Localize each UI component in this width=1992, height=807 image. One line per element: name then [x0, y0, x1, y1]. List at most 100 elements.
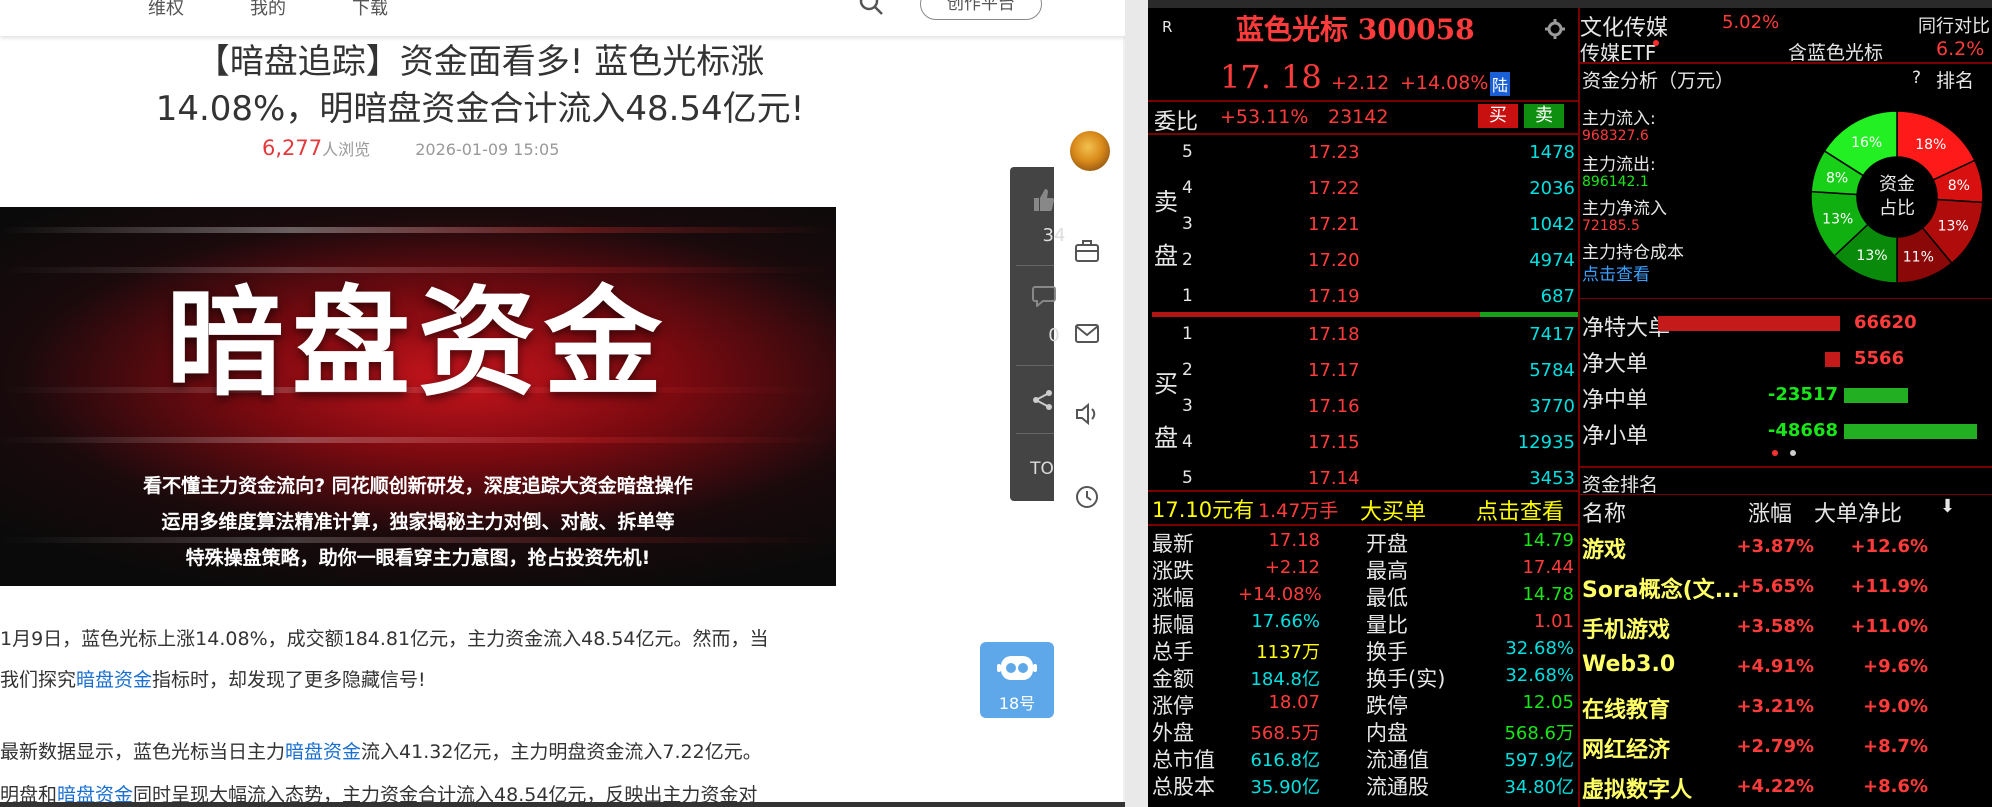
sell-side-label-1: 卖	[1154, 188, 1178, 216]
ask-price[interactable]: 17.21	[1308, 214, 1360, 235]
user-avatar[interactable]	[1070, 131, 1110, 171]
ask-price[interactable]: 17.23	[1308, 142, 1360, 163]
stock-name-code[interactable]: 蓝色光标 300058	[1236, 8, 1475, 48]
donut-center-line2: 占比	[1879, 198, 1915, 219]
bid-price[interactable]: 17.17	[1308, 360, 1360, 381]
ask-level: 4	[1182, 178, 1193, 198]
top-nav-bar: 维权 我的 下载 创作平台	[0, 0, 1125, 36]
ask-level: 3	[1182, 214, 1193, 234]
price-change: +2.12	[1331, 72, 1390, 94]
sort-desc-icon[interactable]: ⬇	[1940, 496, 1955, 517]
quote-label: 换手	[1366, 640, 1408, 664]
bid-price[interactable]: 17.18	[1308, 324, 1360, 345]
quote-value: 17.44	[1522, 557, 1574, 578]
ranking-row-name[interactable]: Web3.0	[1582, 652, 1675, 677]
robot-icon	[997, 656, 1037, 680]
creator-platform-button[interactable]: 创作平台	[920, 0, 1042, 20]
horizontal-scrollbar[interactable]	[0, 802, 1125, 807]
bid-volume: 3453	[1529, 468, 1575, 489]
page-dot[interactable]	[1790, 450, 1796, 456]
gear-icon[interactable]	[1544, 18, 1566, 40]
ranking-row-name[interactable]: Sora概念(文...	[1582, 572, 1740, 604]
bid-price[interactable]: 17.16	[1308, 396, 1360, 417]
article-title-line2: 14.08%，明暗盘资金合计流入48.54亿元!	[155, 89, 805, 129]
thumbs-up-icon[interactable]	[1032, 187, 1054, 213]
fund-analysis-title: 资金分析（万元）	[1582, 70, 1735, 92]
quote-value: 1137万	[1256, 642, 1320, 663]
buy-side-label-2: 盘	[1154, 424, 1178, 452]
share-icon[interactable]	[1032, 389, 1054, 411]
ranking-row-net: +11.9%	[1850, 576, 1928, 597]
inflow-label: 主力流入:	[1582, 109, 1656, 129]
ranking-row-name[interactable]: 网红经济	[1582, 732, 1670, 764]
publish-date: 2026-01-09 15:05	[415, 140, 560, 159]
dark-fund-link[interactable]: 暗盘资金	[285, 741, 361, 763]
bid-price[interactable]: 17.15	[1308, 432, 1360, 453]
history-icon[interactable]	[1072, 482, 1102, 512]
banner-title: 暗盘资金	[165, 274, 670, 412]
nav-link-mine[interactable]: 我的	[250, 0, 286, 20]
donut-slice-label: 11%	[1903, 249, 1934, 265]
net-flow-bar	[1844, 388, 1908, 403]
stock-quote-panel: R 蓝色光标 300058 17. 18 +2.12 +14.08% 陆 委比 …	[1148, 0, 1992, 807]
assistant-robot-button[interactable]: 18号	[980, 642, 1054, 718]
quote-label: 流通值	[1366, 748, 1429, 772]
search-icon[interactable]	[858, 0, 884, 16]
ranking-row-name[interactable]: 在线教育	[1582, 692, 1670, 724]
quote-label: 换手(实)	[1366, 667, 1446, 691]
paragraph-1a: 1月9日，蓝色光标上涨14.08%，成交额184.81亿元，主力资金流入48.5…	[0, 628, 769, 650]
ranking-row-name[interactable]: 手机游戏	[1582, 612, 1670, 644]
quote-label: 流通股	[1366, 775, 1429, 799]
ranking-row-name[interactable]: 游戏	[1582, 532, 1626, 564]
page-dot-active[interactable]	[1772, 450, 1778, 456]
back-to-top-button[interactable]: TO	[1020, 459, 1064, 479]
big-order-price: 17.10元有	[1152, 498, 1255, 522]
bid-price[interactable]: 17.14	[1308, 468, 1360, 489]
quote-value: 34.80亿	[1504, 777, 1574, 798]
ask-volume: 4974	[1529, 250, 1575, 271]
big-order-view-link[interactable]: 点击查看	[1476, 494, 1564, 526]
sell-button[interactable]: 卖	[1524, 104, 1564, 128]
net-flow-value: -48668	[1767, 420, 1838, 441]
nav-link-rights[interactable]: 维权	[148, 0, 184, 20]
holding-cost-link[interactable]: 点击查看	[1582, 260, 1650, 285]
nav-link-download[interactable]: 下载	[352, 0, 388, 20]
inflow-value: 968327.6	[1582, 128, 1649, 144]
ranking-row-name[interactable]: 虚拟数字人	[1582, 772, 1692, 804]
donut-slice-label: 18%	[1915, 137, 1946, 153]
net-flow-bar	[1825, 352, 1840, 367]
ranking-row-pct: +5.65%	[1736, 576, 1814, 597]
ranking-title: 资金排名	[1582, 474, 1659, 496]
ask-volume: 1042	[1529, 214, 1575, 235]
ask-price[interactable]: 17.20	[1308, 250, 1360, 271]
quote-label: 涨幅	[1152, 586, 1194, 610]
ask-price[interactable]: 17.19	[1308, 286, 1360, 307]
page-scrollbar[interactable]	[1123, 0, 1125, 807]
article-action-bar: 34 0 TO	[1010, 167, 1065, 501]
mail-icon[interactable]	[1072, 318, 1102, 348]
quote-value: +2.12	[1264, 557, 1320, 578]
quote-label: 涨跌	[1152, 559, 1194, 583]
speaker-icon[interactable]	[1072, 399, 1102, 429]
peer-compare-link[interactable]: 同行对比	[1918, 12, 1990, 38]
col-name-header[interactable]: 名称	[1582, 496, 1626, 528]
banner-line-3: 特殊操盘策略，助你一眼看穿主力意图，抢占投资先机!	[185, 547, 651, 569]
ranking-row-pct: +3.21%	[1736, 696, 1814, 717]
comment-icon[interactable]	[1032, 285, 1056, 307]
fund-rank-link[interactable]: 排名	[1936, 66, 1974, 93]
col-pct-header[interactable]: 涨幅	[1748, 496, 1792, 528]
dark-fund-link[interactable]: 暗盘资金	[76, 669, 152, 691]
briefcase-icon[interactable]	[1072, 236, 1102, 266]
net-flow-value: 5566	[1854, 348, 1905, 369]
quote-value: 568.6万	[1504, 723, 1574, 744]
price-change-pct: +14.08%	[1400, 72, 1489, 94]
ask-price[interactable]: 17.22	[1308, 178, 1360, 199]
help-icon[interactable]: ?	[1912, 68, 1921, 88]
ranking-row-pct: +2.79%	[1736, 736, 1814, 757]
paragraph-1b: 我们探究暗盘资金指标时，却发现了更多隐藏信号!	[0, 667, 860, 693]
stock-badge: R	[1162, 18, 1173, 36]
buy-button[interactable]: 买	[1478, 104, 1518, 128]
col-net-header[interactable]: 大单净比	[1814, 496, 1902, 528]
sell-side-label-2: 盘	[1154, 242, 1178, 270]
article-body: 【暗盘追踪】资金面看多! 蓝色光标涨 14.08%，明暗盘资金合计流入48.54…	[0, 36, 980, 807]
